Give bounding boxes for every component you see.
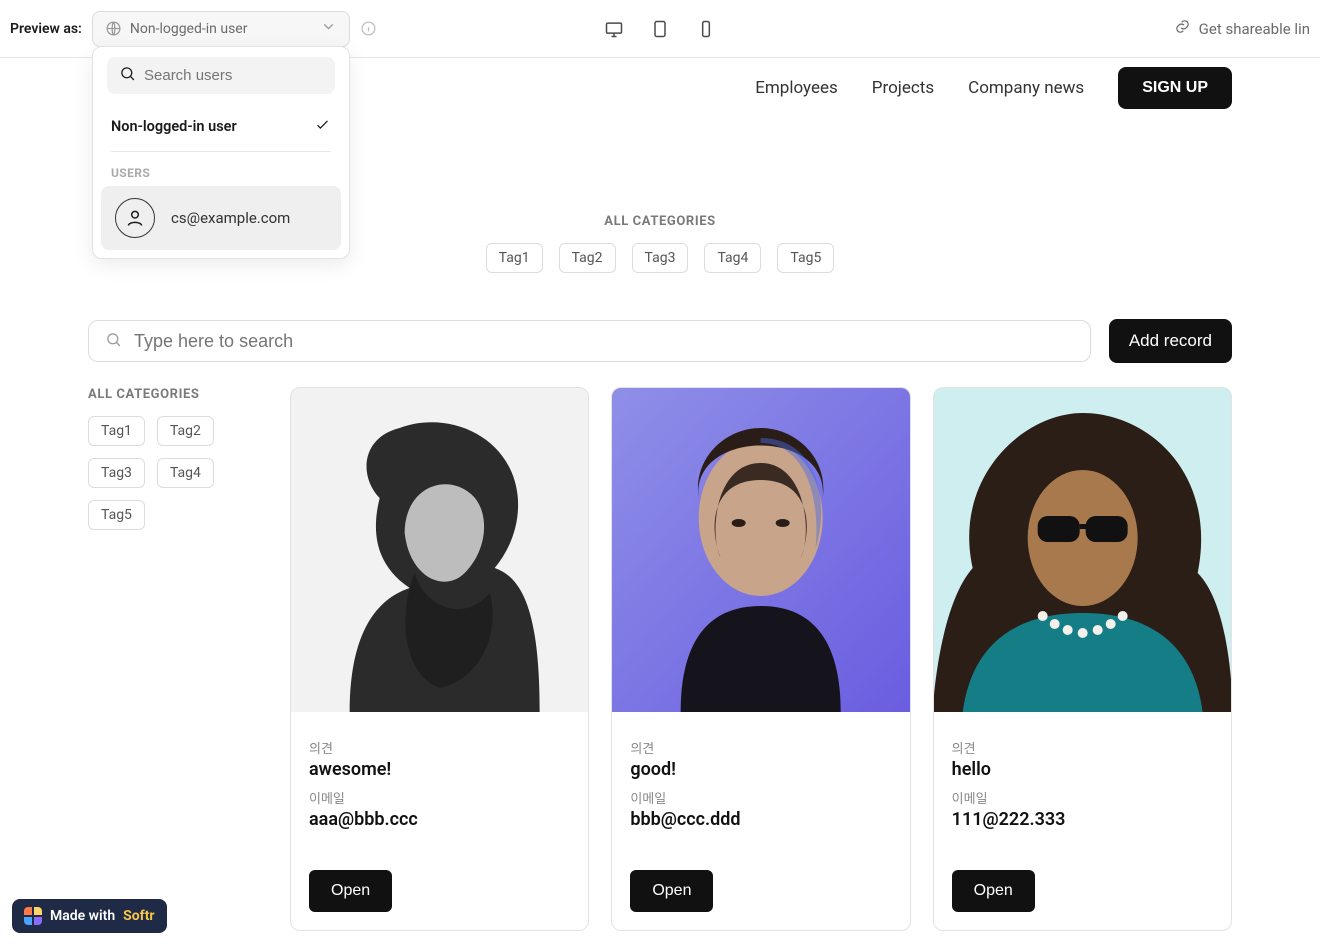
main-nav: Employees Projects Company news SIGN UP: [755, 67, 1232, 109]
search-icon: [105, 331, 122, 352]
tablet-icon[interactable]: [650, 19, 670, 39]
get-shareable-link[interactable]: Get shareable lin: [1174, 18, 1310, 39]
opinion-label: 의견: [630, 738, 891, 757]
desktop-icon[interactable]: [604, 19, 624, 39]
side-categories-label: ALL CATEGORIES: [88, 387, 258, 402]
open-button[interactable]: Open: [952, 870, 1035, 912]
side-tag-4[interactable]: Tag4: [157, 458, 214, 488]
preview-selected-text: Non-logged-in user: [130, 21, 312, 37]
dropdown-non-logged-label: Non-logged-in user: [111, 118, 237, 135]
opinion-value: good!: [630, 759, 891, 780]
toolbar-row: Add record: [0, 319, 1320, 363]
cards-grid: 의견 awesome! 이메일 aaa@bbb.ccc Open: [290, 387, 1232, 931]
dropdown-user-row[interactable]: cs@example.com: [101, 186, 341, 250]
card-body: 의견 awesome! 이메일 aaa@bbb.ccc Open: [291, 712, 588, 930]
record-card: 의견 hello 이메일 111@222.333 Open: [933, 387, 1232, 931]
softr-logo-icon: [24, 907, 42, 925]
main-search-input[interactable]: [134, 331, 1074, 352]
email-label: 이메일: [952, 788, 1213, 807]
main-content: ALL CATEGORIES Tag1 Tag2 Tag3 Tag4 Tag5: [0, 363, 1320, 931]
search-icon: [119, 65, 136, 86]
softr-brand: Softr: [123, 908, 154, 924]
email-label: 이메일: [309, 788, 570, 807]
side-categories: ALL CATEGORIES Tag1 Tag2 Tag3 Tag4 Tag5: [88, 387, 258, 931]
side-tag-3[interactable]: Tag3: [88, 458, 145, 488]
side-tag-5[interactable]: Tag5: [88, 500, 145, 530]
link-icon: [1174, 18, 1191, 39]
nav-company-news[interactable]: Company news: [968, 78, 1084, 98]
dropdown-non-logged-option[interactable]: Non-logged-in user: [101, 106, 341, 147]
dropdown-user-email: cs@example.com: [171, 209, 290, 227]
email-label: 이메일: [630, 788, 891, 807]
hero-tag-4[interactable]: Tag4: [704, 243, 761, 273]
record-card: 의견 awesome! 이메일 aaa@bbb.ccc Open: [290, 387, 589, 931]
open-button[interactable]: Open: [630, 870, 713, 912]
opinion-value: hello: [952, 759, 1213, 780]
device-preview-icons: [604, 19, 716, 39]
hero-tag-5[interactable]: Tag5: [777, 243, 834, 273]
dropdown-search-input[interactable]: [144, 67, 343, 84]
email-value: aaa@bbb.ccc: [309, 809, 570, 830]
chevron-down-icon: [320, 18, 337, 39]
share-link-label: Get shareable lin: [1199, 20, 1310, 38]
opinion-label: 의견: [309, 738, 570, 757]
card-image: [934, 388, 1231, 712]
dropdown-divider: [111, 151, 331, 152]
card-image: [291, 388, 588, 712]
preview-bar: Preview as: Non-logged-in user Get share…: [0, 0, 1320, 58]
opinion-label: 의견: [952, 738, 1213, 757]
record-card: 의견 good! 이메일 bbb@ccc.ddd Open: [611, 387, 910, 931]
globe-icon: [105, 20, 122, 37]
main-search[interactable]: [88, 320, 1091, 362]
preview-user-select[interactable]: Non-logged-in user: [92, 11, 350, 47]
open-button[interactable]: Open: [309, 870, 392, 912]
signup-button[interactable]: SIGN UP: [1118, 67, 1232, 109]
user-avatar-icon: [115, 198, 155, 238]
preview-dropdown-panel: Non-logged-in user USERS cs@example.com: [92, 46, 350, 259]
nav-projects[interactable]: Projects: [872, 78, 934, 98]
opinion-value: awesome!: [309, 759, 570, 780]
side-tags-wrap: Tag1 Tag2 Tag3 Tag4 Tag5: [88, 416, 258, 530]
email-value: bbb@ccc.ddd: [630, 809, 891, 830]
add-record-button[interactable]: Add record: [1109, 319, 1232, 363]
info-icon[interactable]: [360, 20, 377, 37]
email-value: 111@222.333: [952, 809, 1213, 830]
made-with-label: Made with: [50, 908, 115, 924]
side-tag-1[interactable]: Tag1: [88, 416, 145, 446]
card-body: 의견 good! 이메일 bbb@ccc.ddd Open: [612, 712, 909, 930]
hero-tag-1[interactable]: Tag1: [486, 243, 543, 273]
side-tag-2[interactable]: Tag2: [157, 416, 214, 446]
hero-tag-3[interactable]: Tag3: [632, 243, 689, 273]
dropdown-search[interactable]: [107, 57, 335, 94]
card-body: 의견 hello 이메일 111@222.333 Open: [934, 712, 1231, 930]
card-image: [612, 388, 909, 712]
mobile-icon[interactable]: [696, 19, 716, 39]
made-with-softr-badge[interactable]: Made with Softr: [12, 899, 167, 933]
hero-tag-2[interactable]: Tag2: [559, 243, 616, 273]
nav-employees[interactable]: Employees: [755, 78, 838, 98]
preview-as-label: Preview as:: [10, 21, 82, 37]
check-icon: [314, 116, 331, 137]
